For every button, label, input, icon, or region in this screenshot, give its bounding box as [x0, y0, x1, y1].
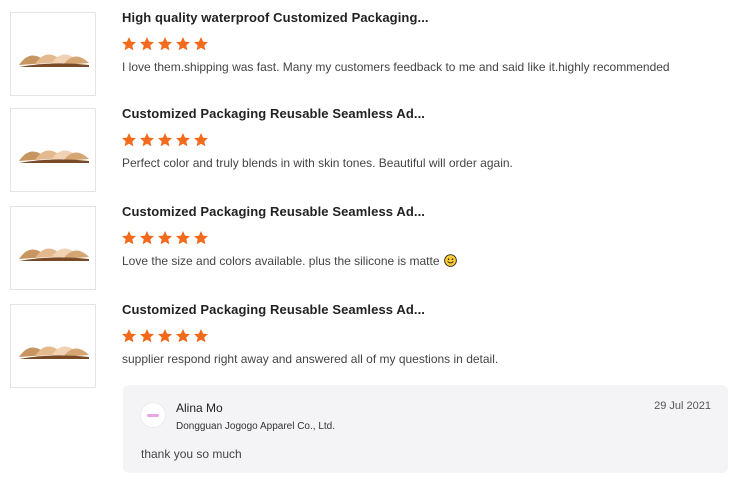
- product-thumbnail[interactable]: [10, 108, 96, 192]
- reply-text: thank you so much: [141, 447, 242, 461]
- avatar-logo-icon: [147, 414, 159, 417]
- star-icon: [122, 37, 136, 51]
- star-rating: [121, 132, 209, 150]
- reply-author-name: Alina Mo: [176, 401, 223, 415]
- product-thumbnail[interactable]: [10, 304, 96, 388]
- product-thumbnail[interactable]: [10, 12, 96, 96]
- star-icon: [194, 329, 208, 343]
- review-comment: I love them.shipping was fast. Many my c…: [122, 60, 670, 74]
- star-icon: [176, 231, 190, 245]
- star-icon: [140, 231, 154, 245]
- star-icon: [176, 133, 190, 147]
- star-icon: [158, 37, 172, 51]
- product-thumbnail[interactable]: [10, 206, 96, 290]
- avatar: [140, 402, 166, 428]
- product-title[interactable]: High quality waterproof Customized Packa…: [122, 10, 429, 25]
- star-icon: [158, 231, 172, 245]
- star-icon: [194, 231, 208, 245]
- star-icon: [140, 37, 154, 51]
- nipple-cover-product-image: [19, 346, 89, 359]
- star-icon: [194, 133, 208, 147]
- star-icon: [122, 329, 136, 343]
- star-rating: [121, 36, 209, 54]
- supplier-reply: Alina Mo Dongguan Jogogo Apparel Co., Lt…: [123, 385, 728, 473]
- reply-date: 29 Jul 2021: [654, 400, 711, 412]
- review-comment: Perfect color and truly blends in with s…: [122, 156, 513, 170]
- star-icon: [194, 37, 208, 51]
- star-icon: [140, 133, 154, 147]
- star-rating: [121, 230, 209, 248]
- star-icon: [176, 37, 190, 51]
- nipple-cover-product-image: [19, 248, 89, 261]
- star-icon: [122, 231, 136, 245]
- nipple-cover-product-image: [19, 54, 89, 67]
- product-title[interactable]: Customized Packaging Reusable Seamless A…: [122, 106, 425, 121]
- product-title[interactable]: Customized Packaging Reusable Seamless A…: [122, 204, 425, 219]
- nipple-cover-product-image: [19, 150, 89, 163]
- review-comment: Love the size and colors available. plus…: [122, 254, 440, 268]
- star-icon: [158, 329, 172, 343]
- review-comment: supplier respond right away and answered…: [122, 352, 499, 366]
- star-icon: [158, 133, 172, 147]
- reply-company-name[interactable]: Dongguan Jogogo Apparel Co., Ltd.: [176, 421, 335, 432]
- product-title[interactable]: Customized Packaging Reusable Seamless A…: [122, 302, 425, 317]
- star-rating: [121, 328, 209, 346]
- star-icon: [176, 329, 190, 343]
- review-comment-row: Love the size and colors available. plus…: [122, 254, 457, 268]
- star-icon: [122, 133, 136, 147]
- smiley-emoji-icon: [443, 254, 457, 267]
- star-icon: [140, 329, 154, 343]
